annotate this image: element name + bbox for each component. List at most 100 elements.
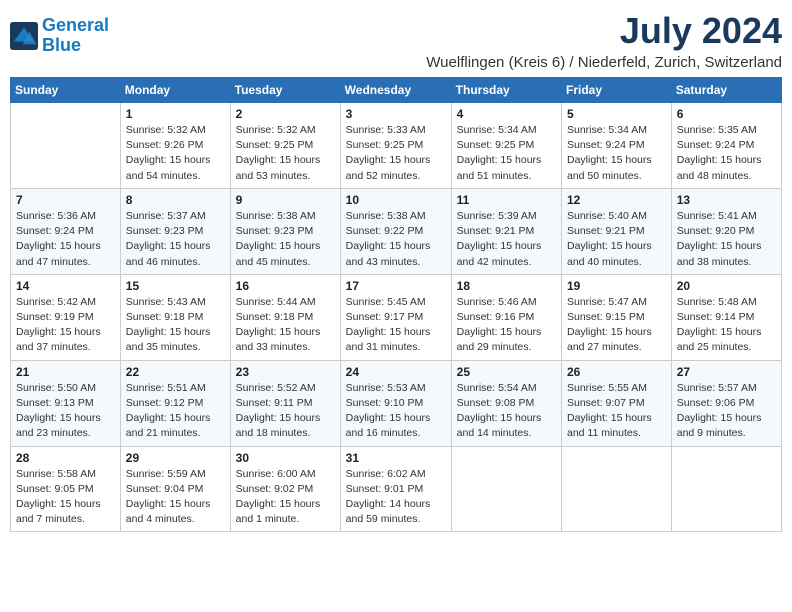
calendar-cell: 23 Sunrise: 5:52 AMSunset: 9:11 PMDayligh… [230,360,340,446]
day-info: Sunrise: 6:02 AMSunset: 9:01 PMDaylight:… [346,467,446,528]
day-header-monday: Monday [120,78,230,103]
day-info: Sunrise: 5:33 AMSunset: 9:25 PMDaylight:… [346,123,446,184]
day-info: Sunrise: 5:34 AMSunset: 9:24 PMDaylight:… [567,123,666,184]
calendar-week-row: 14 Sunrise: 5:42 AMSunset: 9:19 PMDayligh… [11,274,782,360]
calendar-week-row: 1 Sunrise: 5:32 AMSunset: 9:26 PMDaylight… [11,103,782,189]
day-number: 12 [567,193,666,207]
day-number: 29 [126,451,225,465]
day-number: 6 [677,107,776,121]
day-info: Sunrise: 5:55 AMSunset: 9:07 PMDaylight:… [567,381,666,442]
day-info: Sunrise: 5:50 AMSunset: 9:13 PMDaylight:… [16,381,115,442]
calendar-cell: 8 Sunrise: 5:37 AMSunset: 9:23 PMDaylight… [120,188,230,274]
day-info: Sunrise: 5:35 AMSunset: 9:24 PMDaylight:… [677,123,776,184]
day-header-tuesday: Tuesday [230,78,340,103]
calendar-cell [451,446,561,532]
day-info: Sunrise: 5:36 AMSunset: 9:24 PMDaylight:… [16,209,115,270]
title-block: July 2024 Wuelflingen (Kreis 6) / Nieder… [426,10,782,71]
day-info: Sunrise: 5:57 AMSunset: 9:06 PMDaylight:… [677,381,776,442]
day-info: Sunrise: 5:48 AMSunset: 9:14 PMDaylight:… [677,295,776,356]
day-number: 8 [126,193,225,207]
page-header: General Blue July 2024 Wuelflingen (Krei… [10,10,782,71]
calendar-cell: 18 Sunrise: 5:46 AMSunset: 9:16 PMDayligh… [451,274,561,360]
calendar-cell: 31 Sunrise: 6:02 AMSunset: 9:01 PMDayligh… [340,446,451,532]
day-number: 20 [677,279,776,293]
day-number: 25 [457,365,556,379]
calendar-cell: 28Sunrise: 5:58 AMSunset: 9:05 PMDayligh… [11,446,121,532]
day-info: Sunrise: 5:43 AMSunset: 9:18 PMDaylight:… [126,295,225,356]
calendar-cell: 20 Sunrise: 5:48 AMSunset: 9:14 PMDayligh… [671,274,781,360]
calendar-cell: 25 Sunrise: 5:54 AMSunset: 9:08 PMDayligh… [451,360,561,446]
calendar-cell: 17Sunrise: 5:45 AMSunset: 9:17 PMDayligh… [340,274,451,360]
day-number: 16 [236,279,335,293]
day-number: 21 [16,365,115,379]
day-info: Sunrise: 5:37 AMSunset: 9:23 PMDaylight:… [126,209,225,270]
day-number: 5 [567,107,666,121]
logo-line1: General [42,15,109,35]
calendar-cell: 3 Sunrise: 5:33 AMSunset: 9:25 PMDaylight… [340,103,451,189]
day-number: 15 [126,279,225,293]
day-number: 24 [346,365,446,379]
day-info: Sunrise: 5:32 AMSunset: 9:25 PMDaylight:… [236,123,335,184]
day-info: Sunrise: 5:51 AMSunset: 9:12 PMDaylight:… [126,381,225,442]
logo-line2: Blue [42,35,81,55]
day-info: Sunrise: 5:44 AMSunset: 9:18 PMDaylight:… [236,295,335,356]
calendar-week-row: 21 Sunrise: 5:50 AMSunset: 9:13 PMDayligh… [11,360,782,446]
day-number: 30 [236,451,335,465]
day-info: Sunrise: 5:32 AMSunset: 9:26 PMDaylight:… [126,123,225,184]
calendar-week-row: 7 Sunrise: 5:36 AMSunset: 9:24 PMDaylight… [11,188,782,274]
day-number: 3 [346,107,446,121]
day-number: 23 [236,365,335,379]
day-info: Sunrise: 5:52 AMSunset: 9:11 PMDaylight:… [236,381,335,442]
day-info: Sunrise: 5:38 AMSunset: 9:22 PMDaylight:… [346,209,446,270]
calendar-cell: 30Sunrise: 6:00 AMSunset: 9:02 PMDayligh… [230,446,340,532]
calendar-cell: 14 Sunrise: 5:42 AMSunset: 9:19 PMDayligh… [11,274,121,360]
day-info: Sunrise: 5:42 AMSunset: 9:19 PMDaylight:… [16,295,115,356]
calendar-header-row: SundayMondayTuesdayWednesdayThursdayFrid… [11,78,782,103]
day-info: Sunrise: 5:34 AMSunset: 9:25 PMDaylight:… [457,123,556,184]
logo-text: General Blue [42,16,109,56]
day-info: Sunrise: 5:54 AMSunset: 9:08 PMDaylight:… [457,381,556,442]
day-number: 1 [126,107,225,121]
calendar-cell [671,446,781,532]
day-number: 19 [567,279,666,293]
day-header-friday: Friday [562,78,672,103]
day-info: Sunrise: 5:39 AMSunset: 9:21 PMDaylight:… [457,209,556,270]
day-number: 18 [457,279,556,293]
logo-icon [10,22,38,50]
day-info: Sunrise: 5:40 AMSunset: 9:21 PMDaylight:… [567,209,666,270]
calendar-cell: 21 Sunrise: 5:50 AMSunset: 9:13 PMDayligh… [11,360,121,446]
calendar-table: SundayMondayTuesdayWednesdayThursdayFrid… [10,77,782,532]
subtitle: Wuelflingen (Kreis 6) / Niederfeld, Zuri… [426,54,782,71]
day-info: Sunrise: 5:53 AMSunset: 9:10 PMDaylight:… [346,381,446,442]
calendar-cell: 1 Sunrise: 5:32 AMSunset: 9:26 PMDaylight… [120,103,230,189]
day-header-saturday: Saturday [671,78,781,103]
day-number: 22 [126,365,225,379]
calendar-cell: 22 Sunrise: 5:51 AMSunset: 9:12 PMDayligh… [120,360,230,446]
calendar-cell: 5 Sunrise: 5:34 AMSunset: 9:24 PMDaylight… [562,103,672,189]
calendar-cell: 10Sunrise: 5:38 AMSunset: 9:22 PMDayligh… [340,188,451,274]
calendar-cell: 27Sunrise: 5:57 AMSunset: 9:06 PMDayligh… [671,360,781,446]
calendar-cell: 24 Sunrise: 5:53 AMSunset: 9:10 PMDayligh… [340,360,451,446]
day-number: 9 [236,193,335,207]
day-number: 7 [16,193,115,207]
day-info: Sunrise: 5:46 AMSunset: 9:16 PMDaylight:… [457,295,556,356]
day-number: 31 [346,451,446,465]
day-info: Sunrise: 5:59 AMSunset: 9:04 PMDaylight:… [126,467,225,528]
calendar-cell: 12 Sunrise: 5:40 AMSunset: 9:21 PMDayligh… [562,188,672,274]
day-header-thursday: Thursday [451,78,561,103]
day-info: Sunrise: 5:45 AMSunset: 9:17 PMDaylight:… [346,295,446,356]
day-info: Sunrise: 5:58 AMSunset: 9:05 PMDaylight:… [16,467,115,528]
calendar-cell: 16 Sunrise: 5:44 AMSunset: 9:18 PMDayligh… [230,274,340,360]
day-info: Sunrise: 5:38 AMSunset: 9:23 PMDaylight:… [236,209,335,270]
calendar-cell: 26Sunrise: 5:55 AMSunset: 9:07 PMDayligh… [562,360,672,446]
day-number: 11 [457,193,556,207]
day-number: 14 [16,279,115,293]
calendar-cell: 15 Sunrise: 5:43 AMSunset: 9:18 PMDayligh… [120,274,230,360]
calendar-cell: 4Sunrise: 5:34 AMSunset: 9:25 PMDaylight… [451,103,561,189]
day-header-sunday: Sunday [11,78,121,103]
calendar-cell: 9 Sunrise: 5:38 AMSunset: 9:23 PMDaylight… [230,188,340,274]
calendar-cell [562,446,672,532]
day-info: Sunrise: 5:41 AMSunset: 9:20 PMDaylight:… [677,209,776,270]
day-number: 2 [236,107,335,121]
calendar-week-row: 28Sunrise: 5:58 AMSunset: 9:05 PMDayligh… [11,446,782,532]
